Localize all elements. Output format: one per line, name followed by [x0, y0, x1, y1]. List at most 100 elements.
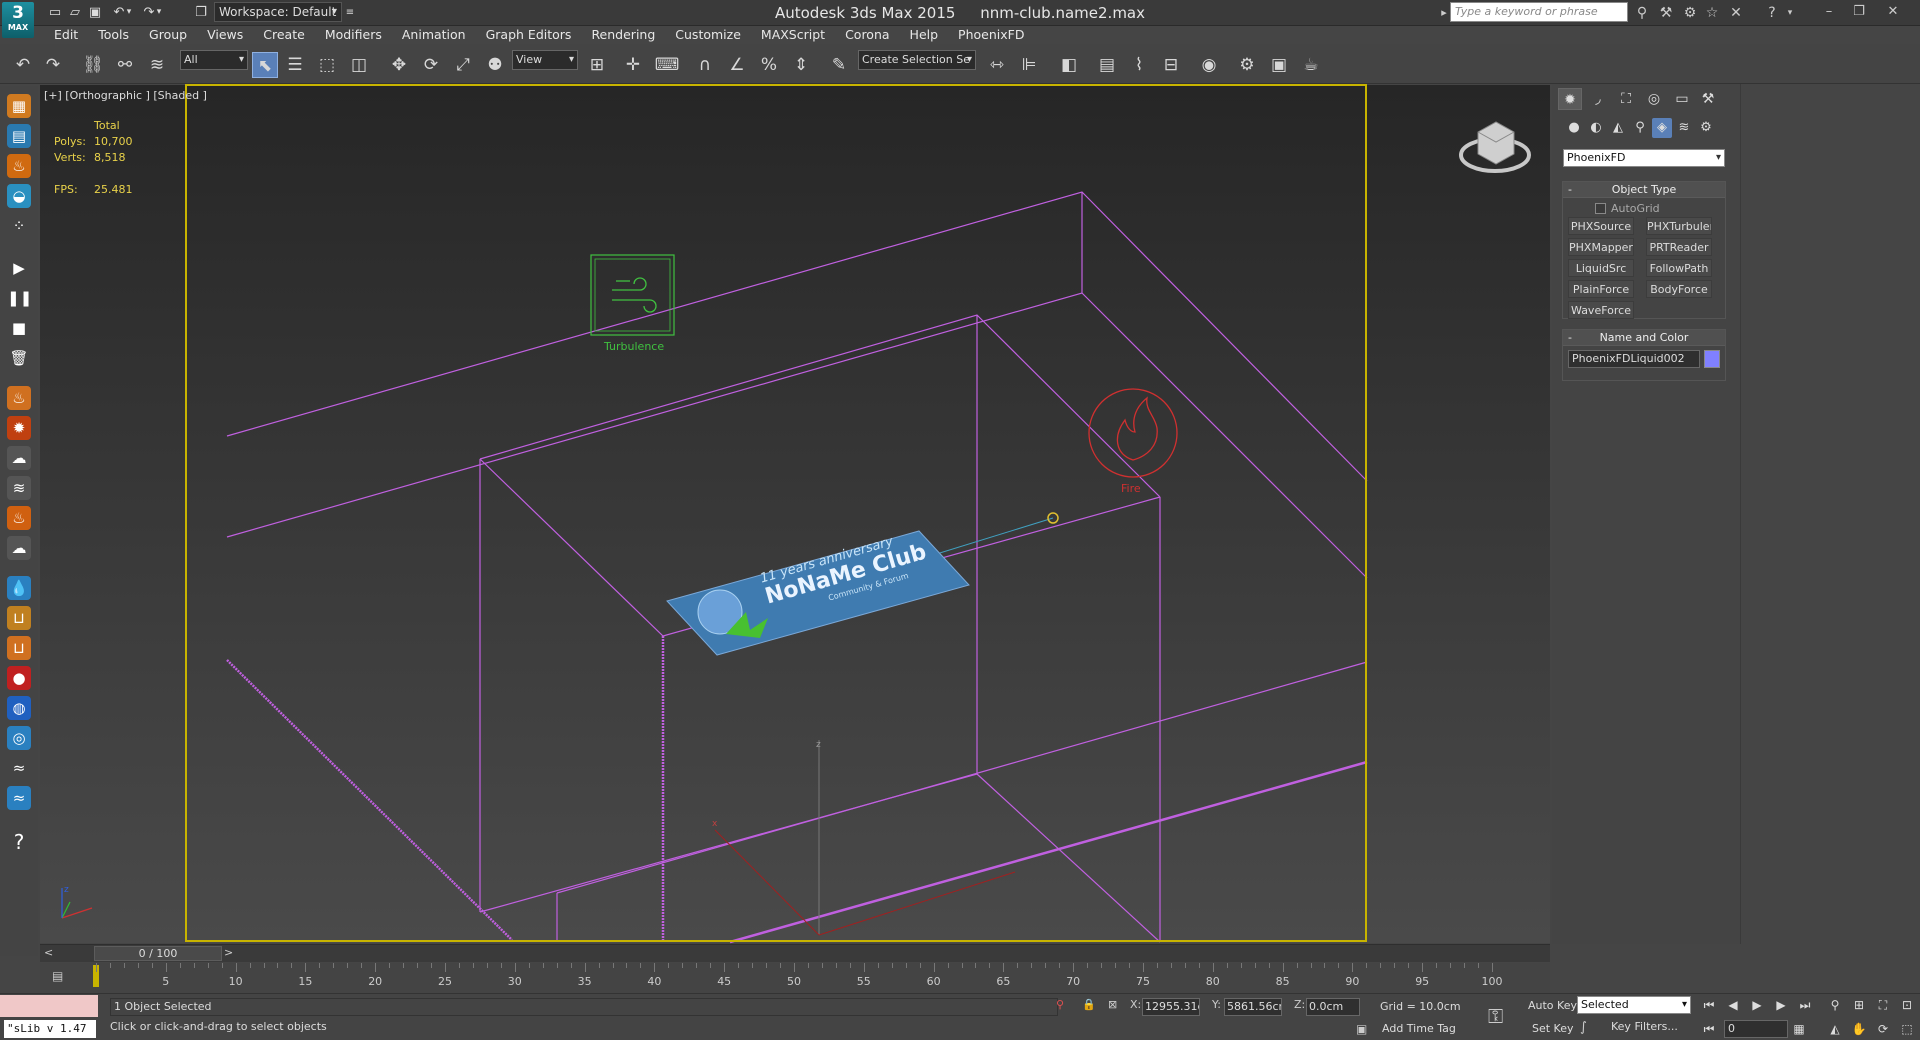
maximize-viewport-icon[interactable]: ⬚ [1898, 1022, 1916, 1036]
hierarchy-tab-icon[interactable]: ⛶ [1614, 88, 1638, 110]
object-color-swatch[interactable] [1704, 350, 1720, 368]
orbit-icon[interactable]: ⟳ [1874, 1022, 1892, 1036]
track-tick-label: 95 [1415, 975, 1430, 988]
track-tick [766, 963, 768, 968]
key-mode-dropdown[interactable]: Selected [1577, 996, 1691, 1014]
set-key-icon[interactable]: ⚿ [1488, 1004, 1503, 1028]
zoom-extents-all-icon[interactable]: ⊡ [1898, 998, 1916, 1012]
track-tick [1296, 963, 1298, 968]
zoom-extents-icon[interactable]: ⛶ [1874, 998, 1892, 1013]
track-tick [1198, 963, 1200, 968]
auto-key-button[interactable]: Auto Key [1528, 999, 1577, 1012]
track-tick [319, 963, 321, 968]
time-next-icon[interactable]: > [224, 946, 233, 959]
modify-tab-icon[interactable]: ◞ [1586, 88, 1610, 110]
selection-lock-icon[interactable]: 🔒 [1082, 998, 1096, 1011]
track-tick [1324, 963, 1326, 968]
track-tick [724, 963, 726, 972]
time-tag-icon[interactable]: ▣ [1356, 1022, 1367, 1036]
waveforce-button[interactable]: WaveForce [1568, 301, 1634, 319]
track-tick [1212, 963, 1214, 972]
zoom-all-icon[interactable]: ⊞ [1850, 998, 1868, 1012]
absolute-mode-icon[interactable]: ⊠ [1108, 998, 1117, 1011]
track-tick [123, 963, 125, 968]
mini-curve-editor-icon[interactable]: ▤ [52, 969, 70, 983]
time-prev-icon[interactable]: < [44, 946, 53, 959]
play-animation-icon[interactable]: ▶ [1748, 998, 1766, 1012]
track-tick-label: 65 [996, 975, 1011, 988]
polys-label: Polys: [54, 135, 86, 148]
time-slider[interactable]: < 0 / 100 > [40, 944, 1550, 962]
followpath-button[interactable]: FollowPath [1646, 259, 1712, 277]
track-tick-label: 20 [368, 975, 383, 988]
name-and-color-header[interactable]: Name and Color [1563, 330, 1725, 346]
default-tangent-icon[interactable]: ∫ [1580, 1020, 1587, 1035]
current-frame-field[interactable]: 0 [1724, 1020, 1788, 1038]
utilities-tab-icon[interactable]: ⚒ [1696, 88, 1720, 110]
track-tick [1408, 963, 1410, 968]
lights-icon[interactable]: ◭ [1608, 118, 1628, 138]
track-tick [431, 963, 433, 968]
key-mode-toggle-icon[interactable]: ⏮ [1700, 1022, 1718, 1037]
go-to-end-icon[interactable]: ⏭ [1796, 998, 1814, 1013]
systems-icon[interactable]: ⚙ [1696, 118, 1716, 138]
track-bar[interactable]: ▤ 5 10 15 20 25 30 35 40 45 50 55 60 65 70 75 80 85 90 95 1… [40, 963, 1550, 993]
category-dropdown[interactable]: PhoenixFD [1563, 149, 1725, 167]
track-tick [849, 963, 851, 968]
previous-frame-icon[interactable]: ◀ [1724, 998, 1742, 1012]
create-tab-icon[interactable]: ✹ [1558, 88, 1582, 110]
track-tick [1129, 963, 1131, 968]
maxscript-listener-mini[interactable] [0, 995, 98, 1017]
viewport-statistics: Total Polys: 10,700 Verts: 8,518 FPS: 25.48… [54, 118, 133, 198]
display-tab-icon[interactable]: ▭ [1670, 88, 1694, 110]
helpers-icon[interactable]: ◈ [1652, 118, 1672, 138]
plainforce-button[interactable]: PlainForce [1568, 280, 1634, 298]
field-of-view-icon[interactable]: ◭ [1826, 1022, 1844, 1036]
prtreader-button[interactable]: PRTReader [1646, 238, 1712, 256]
track-tick [1492, 963, 1493, 972]
phxsource-button[interactable]: PHXSource [1568, 217, 1634, 235]
geometry-icon[interactable]: ● [1564, 118, 1584, 138]
track-tick [1087, 963, 1089, 968]
track-tick [1310, 963, 1312, 968]
autogrid-check-icon [1595, 203, 1606, 214]
y-coordinate-field[interactable]: 5861.56cm [1224, 998, 1282, 1016]
z-coordinate-field[interactable]: 0.0cm [1306, 998, 1360, 1016]
object-type-header[interactable]: Object Type [1563, 182, 1725, 198]
time-configuration-icon[interactable]: ▦ [1790, 1022, 1808, 1036]
object-name-input[interactable]: PhoenixFDLiquid002 [1568, 350, 1700, 368]
liquidsrc-button[interactable]: LiquidSrc [1568, 259, 1634, 277]
track-tick [752, 963, 754, 968]
track-tick [975, 963, 977, 968]
key-filters-button[interactable]: Key Filters... [1611, 1020, 1678, 1033]
zoom-icon[interactable]: ⚲ [1826, 998, 1844, 1012]
phxturbulence-button[interactable]: PHXTurbulence [1646, 217, 1712, 235]
viewport-label[interactable]: [+] [Orthographic ] [Shaded ] [44, 89, 207, 102]
x-coordinate-field[interactable]: 12955.31cr [1142, 998, 1200, 1016]
track-tick-label: 90 [1345, 975, 1360, 988]
autogrid-checkbox[interactable]: AutoGrid [1595, 202, 1660, 215]
bodyforce-button[interactable]: BodyForce [1646, 280, 1712, 298]
shapes-icon[interactable]: ◐ [1586, 118, 1606, 138]
track-tick [1031, 963, 1033, 968]
next-frame-icon[interactable]: ▶ [1772, 998, 1790, 1012]
isolate-icon[interactable]: ⚲ [1056, 998, 1064, 1011]
app-window: 3 MAX ▭ ▱ ▣ ↶ ▾ ↷ ▾ ❐ Workspace: Default… [0, 0, 1920, 1040]
set-key-button[interactable]: Set Key [1532, 1022, 1574, 1035]
track-tick [1268, 963, 1270, 968]
track-tick [1422, 963, 1424, 972]
track-tick [1464, 963, 1466, 968]
add-time-tag[interactable]: Add Time Tag [1382, 1022, 1456, 1035]
script-version-label[interactable]: "sLib v 1.47 [4, 1020, 96, 1038]
track-tick [263, 963, 265, 968]
track-tick-label: 40 [647, 975, 662, 988]
track-tick [1282, 963, 1284, 972]
motion-tab-icon[interactable]: ◎ [1642, 88, 1666, 110]
space-warps-icon[interactable]: ≋ [1674, 118, 1694, 138]
phxmapper-button[interactable]: PHXMapper [1568, 238, 1634, 256]
pan-view-icon[interactable]: ✋ [1850, 1022, 1868, 1036]
time-slider-thumb[interactable]: 0 / 100 [94, 946, 222, 961]
track-tick [1240, 963, 1242, 968]
go-to-start-icon[interactable]: ⏮ [1700, 998, 1718, 1013]
cameras-icon[interactable]: ⚲ [1630, 118, 1650, 138]
